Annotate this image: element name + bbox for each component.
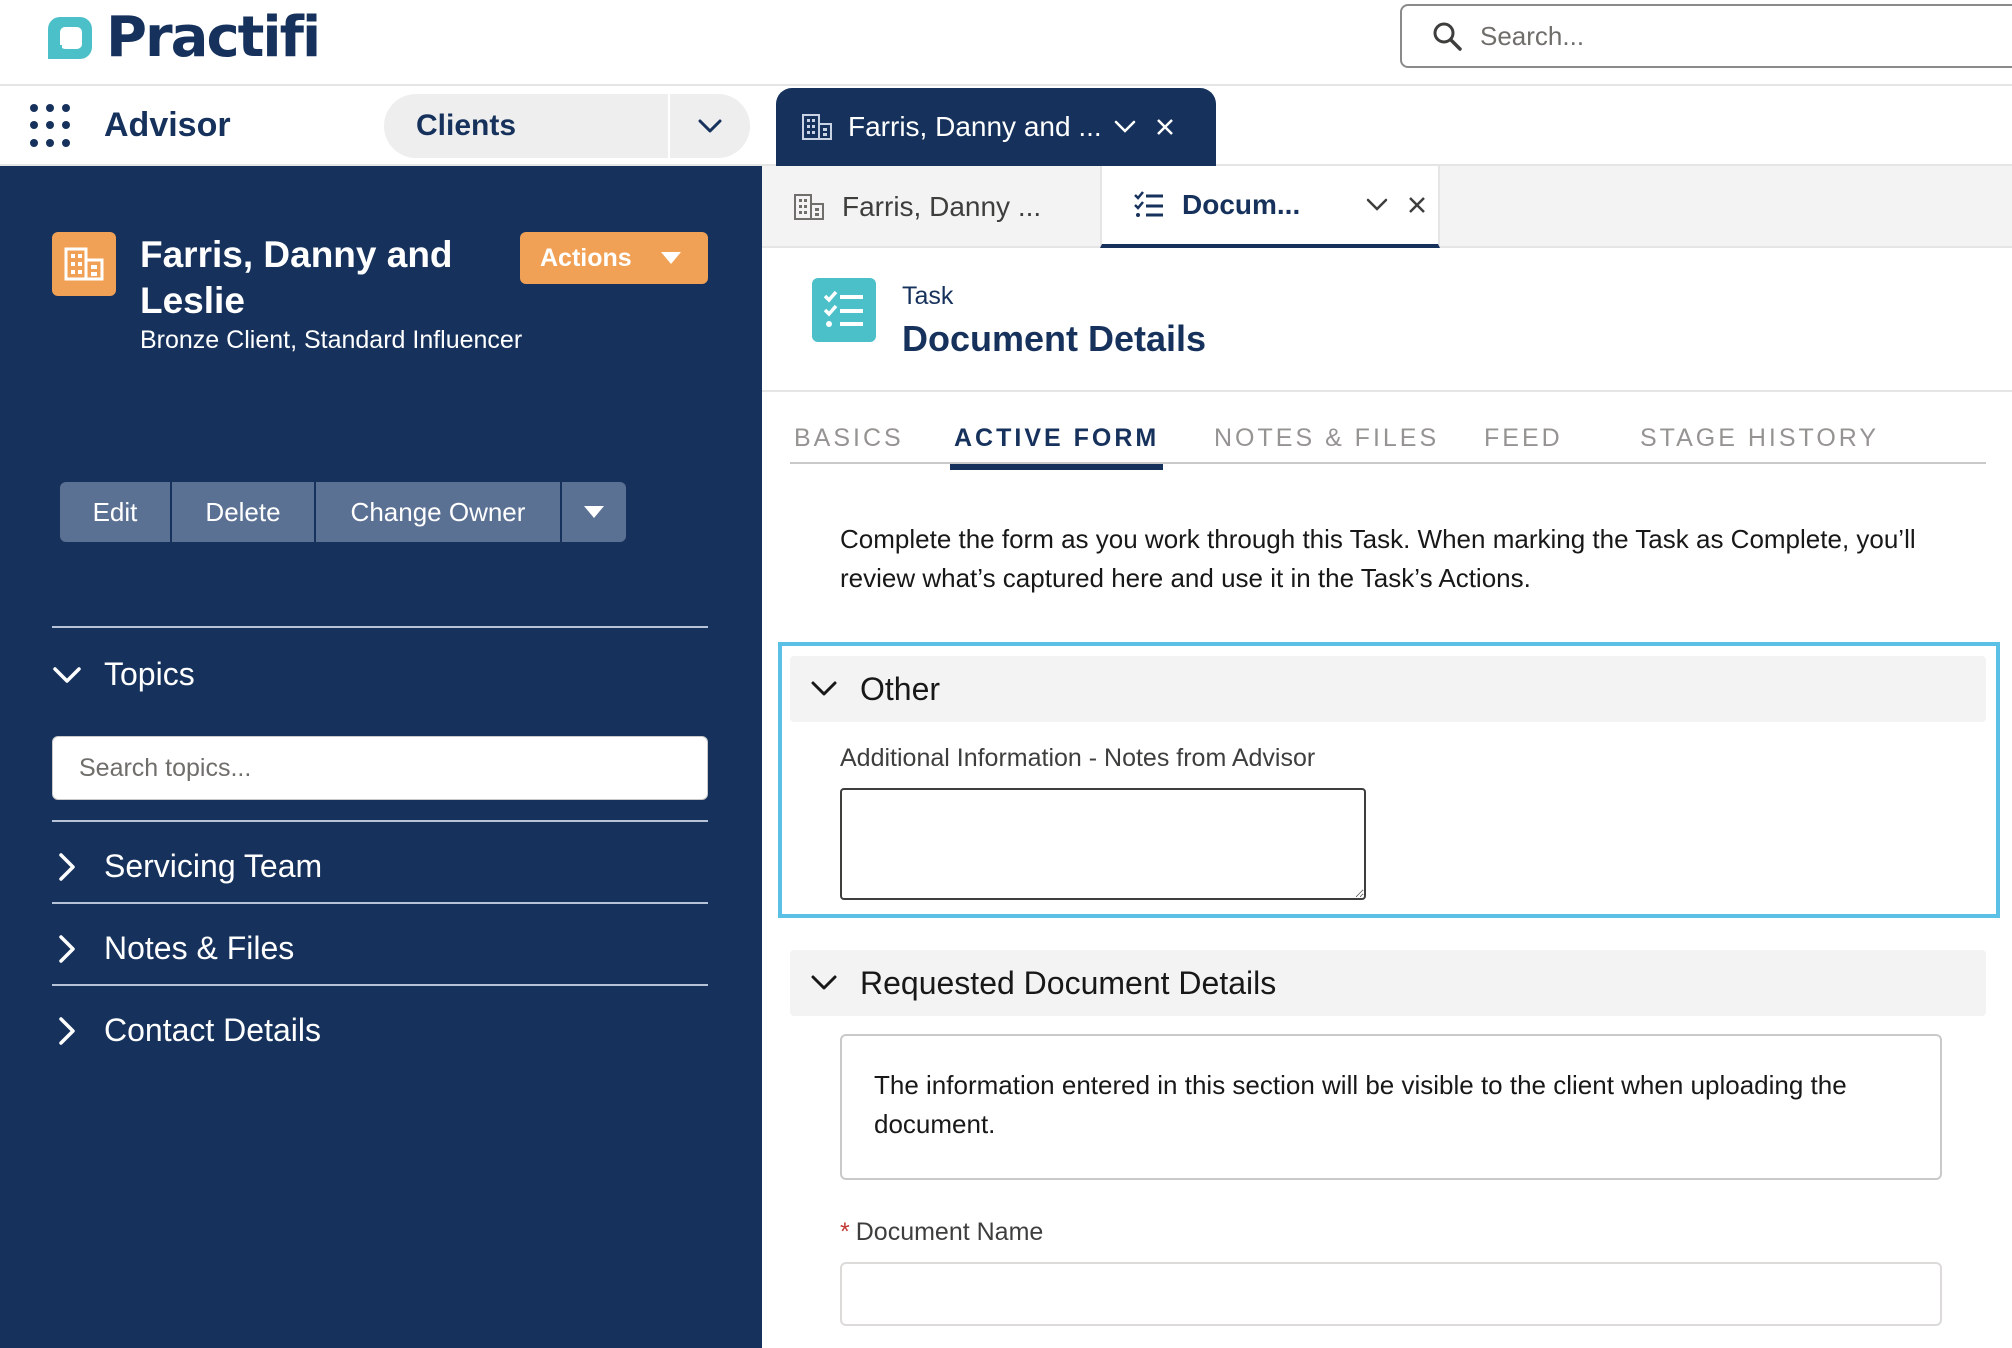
delete-button[interactable]: Delete (172, 482, 316, 542)
global-header: Practifi (0, 0, 2012, 86)
subtab-document[interactable]: Docum... (1100, 166, 1440, 248)
topic-search-input[interactable] (52, 736, 708, 800)
close-icon[interactable] (1156, 118, 1174, 136)
notes-field-label: Additional Information - Notes from Advi… (840, 744, 1316, 772)
tab-basics[interactable]: BASICS (794, 424, 904, 464)
chevron-right-icon (59, 1016, 75, 1045)
client-visibility-info-text: The information entered in this section … (874, 1070, 1847, 1139)
app-launcher-icon[interactable] (30, 104, 74, 148)
topics-section-toggle[interactable]: Topics (52, 656, 195, 693)
record-button-group: Edit Delete Change Owner (60, 482, 626, 542)
client-panel: Farris, Danny and Leslie Bronze Client, … (0, 166, 762, 1348)
task-list-icon (1134, 191, 1163, 217)
requested-document-section-toggle[interactable]: Requested Document Details (790, 950, 1986, 1016)
client-visibility-info: The information entered in this section … (840, 1034, 1942, 1180)
record-header: Task Document Details (762, 250, 2012, 392)
object-selector-label: Clients (416, 109, 517, 142)
required-marker: * (840, 1218, 850, 1246)
tab-active-form[interactable]: ACTIVE FORM (950, 424, 1164, 470)
app-name: Advisor (104, 106, 231, 144)
contact-details-label: Contact Details (104, 1012, 321, 1048)
subtab-bar: Farris, Danny ... Docum... (762, 166, 2012, 248)
requested-document-section-label: Requested Document Details (860, 964, 1277, 1001)
chevron-down-icon[interactable] (670, 118, 750, 134)
notes-files-label: Notes & Files (104, 930, 295, 966)
record-tabs: BASICS ACTIVE FORM NOTES & FILES FEED ST… (790, 418, 1986, 470)
chevron-down-icon (53, 666, 81, 683)
servicing-team-section-toggle[interactable]: Servicing Team (52, 848, 322, 885)
record-type: Task (902, 282, 954, 310)
subtab-client[interactable]: Farris, Danny ... (762, 166, 1100, 248)
actions-button[interactable]: Actions (520, 232, 708, 284)
task-list-icon (812, 278, 876, 342)
notes-files-section-toggle[interactable]: Notes & Files (52, 930, 294, 967)
subtab-document-label: Docum... (1182, 189, 1301, 220)
edit-button[interactable]: Edit (60, 482, 172, 542)
practifi-logo-mark (46, 13, 98, 63)
divider (52, 984, 708, 986)
tab-stage-history[interactable]: STAGE HISTORY (1640, 424, 1879, 464)
document-name-label: * Document Name (840, 1218, 1043, 1247)
more-actions-button[interactable] (562, 482, 626, 542)
search-icon (1433, 22, 1462, 51)
building-icon (52, 232, 116, 296)
form-intro-text: Complete the form as you work through th… (840, 524, 1916, 593)
subtab-client-label: Farris, Danny ... (842, 191, 1042, 222)
change-owner-button[interactable]: Change Owner (316, 482, 562, 542)
chevron-down-icon[interactable] (1366, 198, 1388, 212)
caret-down-icon (661, 252, 681, 264)
tab-feed[interactable]: FEED (1484, 424, 1563, 464)
other-section-toggle[interactable]: Other (790, 656, 1986, 722)
servicing-team-label: Servicing Team (104, 848, 323, 884)
actions-button-label: Actions (540, 243, 632, 272)
contact-details-section-toggle[interactable]: Contact Details (52, 1012, 321, 1049)
notes-textarea[interactable] (840, 788, 1366, 900)
divider (52, 626, 708, 628)
chevron-down-icon[interactable] (1114, 120, 1136, 134)
topics-label: Topics (104, 656, 195, 692)
workspace-tab[interactable]: Farris, Danny and ... (776, 88, 1216, 166)
brand-name: Practifi (106, 5, 321, 70)
chevron-down-icon (811, 681, 837, 696)
chevron-down-icon (811, 975, 837, 990)
building-icon (794, 194, 824, 220)
chevron-right-icon (59, 934, 75, 963)
client-subtitle: Bronze Client, Standard Influencer (140, 326, 523, 354)
document-name-label-text: Document Name (855, 1218, 1044, 1246)
divider (52, 820, 708, 822)
global-search-input[interactable] (1480, 20, 1980, 52)
other-section-label: Other (860, 670, 941, 707)
global-search[interactable] (1400, 4, 2012, 68)
record-title: Document Details (902, 318, 1207, 359)
document-name-input[interactable] (840, 1262, 1942, 1326)
object-selector[interactable]: Clients (384, 94, 750, 158)
practifi-logo[interactable]: Practifi (46, 5, 321, 70)
divider (52, 902, 708, 904)
tab-notes-files[interactable]: NOTES & FILES (1214, 424, 1439, 464)
caret-down-icon (584, 506, 604, 518)
chevron-right-icon (59, 852, 75, 881)
close-icon[interactable] (1408, 196, 1426, 214)
workspace-tab-title: Farris, Danny and ... (848, 111, 1100, 142)
client-name: Farris, Danny and Leslie (140, 234, 453, 321)
building-icon (802, 114, 832, 140)
